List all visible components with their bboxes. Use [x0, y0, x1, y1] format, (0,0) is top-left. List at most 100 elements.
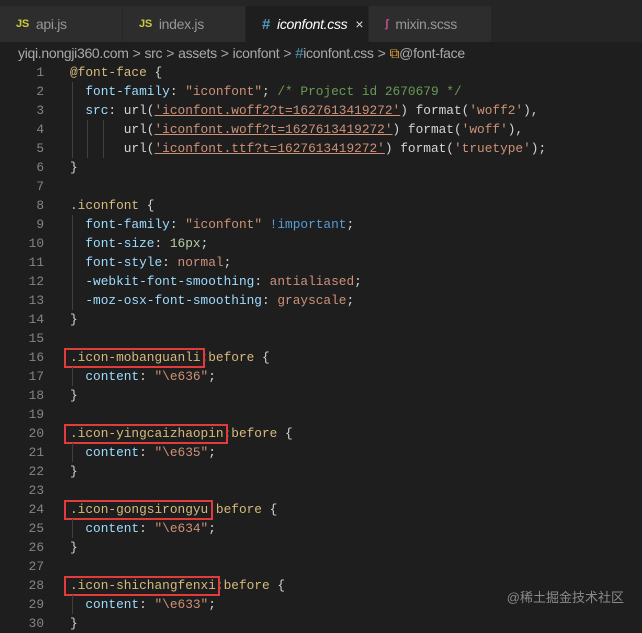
tab-iconfont-css[interactable]: # iconfont.css ×	[246, 6, 368, 42]
close-icon[interactable]: ×	[355, 16, 363, 32]
code-token: @font-face	[70, 65, 147, 80]
line-number: 25	[28, 521, 44, 536]
line-content: content: "\e634";	[70, 519, 216, 538]
code-token: :	[139, 369, 155, 384]
code-line: 1 @font-face {	[0, 63, 642, 82]
line-number: 20	[28, 426, 44, 441]
code-token: content	[70, 597, 140, 612]
code-token: "\e633"	[154, 597, 209, 612]
code-token: ),	[523, 103, 539, 118]
line-number: 9	[36, 217, 44, 232]
code-line: 26}	[0, 538, 642, 557]
line-content: .iconfont {	[70, 196, 154, 215]
css-file-icon: #	[262, 15, 271, 33]
highlight-box	[64, 424, 228, 444]
line-content: content: "\e633";	[70, 595, 216, 614]
code-line: 6}	[0, 158, 642, 177]
js-file-icon: JS	[16, 18, 29, 30]
tab-api-js[interactable]: JS api.js	[0, 6, 122, 42]
code-token: :	[139, 445, 155, 460]
code-token: font-size	[70, 236, 155, 251]
code-token: ;	[208, 597, 216, 612]
line-number: 16	[28, 350, 44, 365]
line-content: font-style: normal;	[70, 253, 231, 272]
line-content: font-size: 16px;	[70, 234, 208, 253]
code-token: ;	[354, 274, 362, 289]
code-token: :before	[208, 502, 262, 517]
code-token: {	[139, 198, 155, 213]
code-token: 'truetype'	[454, 141, 531, 156]
code-token: ),	[507, 122, 524, 137]
code-token: -webkit-font-smoothing	[70, 274, 255, 289]
breadcrumb-item[interactable]: assets	[178, 45, 217, 61]
line-number: 4	[36, 122, 44, 137]
code-line: 4 url('iconfont.woff?t=1627613419272') f…	[0, 120, 642, 139]
code-token: }	[70, 388, 78, 403]
line-content: content: "\e635";	[70, 443, 216, 462]
line-number: 24	[28, 502, 44, 517]
code-token: :	[154, 236, 170, 251]
line-number: 22	[28, 464, 44, 479]
tab-mixin-scss[interactable]: ʃ mixin.scss	[369, 6, 491, 42]
line-number: 30	[28, 616, 44, 631]
highlight-box	[64, 500, 213, 520]
code-token: url(	[70, 141, 155, 156]
line-content: }	[70, 614, 78, 633]
line-number: 12	[28, 274, 44, 289]
code-line: 17 content: "\e636";	[0, 367, 642, 386]
code-token: 'woff'	[461, 122, 508, 137]
code-line: 20 .icon-yingcaizhaopin:before {	[0, 424, 642, 444]
line-content: -moz-osx-font-smoothing: grayscale;	[70, 291, 354, 310]
line-number: 15	[28, 331, 44, 346]
code-token: ;	[346, 293, 355, 308]
code-editor[interactable]: 1 @font-face {2 font-family: "iconfont"; …	[0, 63, 642, 633]
editor-tabs: JS api.js JS index.js # iconfont.css × ʃ mixin.s…	[0, 0, 642, 42]
code-token: }	[70, 540, 78, 555]
breadcrumb: yiqi.nongji360.com > src > assets > iconfont > #…	[0, 42, 642, 64]
code-token: "iconfont"	[185, 217, 262, 232]
code-token: normal	[177, 255, 224, 270]
line-number: 7	[36, 179, 44, 194]
code-token: }	[70, 312, 78, 327]
line-number: 6	[36, 160, 44, 175]
line-content: font-family: "iconfont"; /* Project id 2…	[70, 82, 461, 101]
tab-label: mixin.scss	[395, 16, 457, 32]
breadcrumb-item[interactable]: yiqi.nongji360.com	[18, 45, 129, 61]
line-number: 23	[28, 483, 44, 498]
code-token: "\e636"	[154, 369, 209, 384]
code-token: font-style	[70, 255, 163, 270]
code-token: 16px	[169, 236, 201, 251]
code-token: font-family	[70, 84, 170, 99]
code-line: 23	[0, 481, 642, 500]
code-token: );	[530, 141, 547, 156]
code-token: }	[70, 616, 78, 631]
line-number: 18	[28, 388, 44, 403]
sass-file-icon: ʃ	[385, 18, 389, 30]
code-token: )	[392, 122, 408, 137]
code-line: 3 src: url('iconfont.woff2?t=16276134192…	[0, 101, 642, 120]
line-content: }	[70, 386, 78, 405]
code-token: ;	[208, 521, 216, 536]
code-line: 14}	[0, 310, 642, 329]
code-line: 5 url('iconfont.ttf?t=1627613419272') fo…	[0, 139, 642, 158]
code-token: :	[162, 255, 178, 270]
code-token: :	[254, 274, 270, 289]
code-line: 9 font-family: "iconfont" !important;	[0, 215, 642, 234]
breadcrumb-item[interactable]: src	[144, 45, 162, 61]
line-number: 11	[28, 255, 44, 270]
code-token: {	[277, 426, 293, 441]
line-content: }	[70, 538, 78, 557]
breadcrumb-item[interactable]: iconfont	[233, 45, 280, 61]
tab-index-js[interactable]: JS index.js	[123, 6, 245, 42]
line-number: 19	[28, 407, 44, 422]
code-line: 25 content: "\e634";	[0, 519, 642, 538]
breadcrumb-item[interactable]: iconfont.css	[303, 45, 374, 61]
code-line: 22}	[0, 462, 642, 481]
line-number: 1	[36, 65, 44, 80]
chevron-right-icon: >	[377, 45, 386, 61]
code-line: 12 -webkit-font-smoothing: antialiased;	[0, 272, 642, 291]
chevron-right-icon: >	[283, 45, 292, 61]
highlight-box	[64, 348, 205, 368]
breadcrumb-item[interactable]: @font-face	[399, 45, 465, 61]
code-token: content	[70, 445, 140, 460]
